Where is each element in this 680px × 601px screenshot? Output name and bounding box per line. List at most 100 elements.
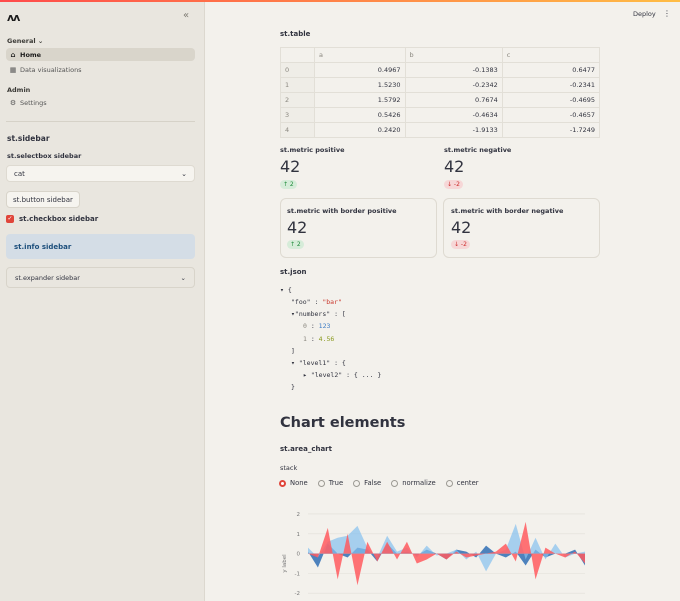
table-row: 3 0.5426 -0.4634 -0.4657 [280, 107, 601, 123]
row-index: 1 [280, 77, 315, 93]
radio-label: normalize [402, 479, 436, 487]
gear-icon: ⚙ [9, 98, 17, 107]
metric-value: 42 [280, 157, 301, 176]
sidebar-item-label: Home [20, 50, 42, 59]
table-cell: 0.5426 [314, 107, 406, 123]
collapse-toggle-icon[interactable]: ▾ [280, 286, 284, 294]
sidebar-title: st.sidebar [7, 134, 50, 143]
selectbox-value: cat [14, 169, 25, 178]
expander-label: st.expander sidebar [15, 273, 80, 282]
radio-icon [353, 479, 361, 487]
table-cell: 0.4967 [314, 62, 406, 78]
radio-option-center[interactable]: center [445, 479, 479, 487]
column-header [280, 47, 315, 63]
radio-label: True [328, 479, 344, 487]
metric-value: 42 [451, 218, 472, 237]
metric-delta-positive: ↑ 2 [280, 180, 297, 189]
chevron-down-icon: ⌄ [37, 37, 44, 45]
sidebar-expander[interactable]: st.expander sidebar ⌄ [6, 267, 195, 288]
metric-delta-positive: ↑ 2 [287, 240, 304, 249]
y-axis-label: y label [282, 554, 288, 573]
y-tick-label: 1 [297, 532, 301, 538]
row-index: 2 [280, 92, 315, 108]
table-cell: 0.6477 [501, 62, 601, 78]
row-index: 0 [280, 62, 315, 78]
table-cell: 0.2420 [314, 122, 406, 138]
json-entry: ▾ "level1" : { [291, 359, 346, 367]
json-entry: "foo" : "bar" [291, 298, 342, 306]
radio-option-none[interactable]: None [279, 479, 308, 487]
home-icon: ⌂ [10, 50, 16, 59]
row-index: 4 [280, 122, 315, 138]
y-tick-label: -2 [295, 591, 300, 597]
collapse-sidebar-icon[interactable]: « [183, 10, 189, 21]
table-cell: -0.2342 [404, 77, 503, 93]
metric-label: st.metric with border negative [451, 207, 564, 215]
json-entry: ▾"numbers" : [ [291, 310, 346, 318]
radio-icon [391, 479, 399, 487]
section-heading: Chart elements [280, 415, 406, 431]
selectbox-label: st.selectbox sidebar [7, 152, 82, 160]
radio-label: None [290, 479, 308, 487]
sidebar-button[interactable]: st.button sidebar [6, 191, 80, 208]
chart-icon: ▦ [9, 65, 17, 74]
json-brace-close: } [291, 383, 295, 391]
radio-icon [317, 479, 325, 487]
metric-value: 42 [287, 218, 308, 237]
column-header: a [314, 47, 406, 63]
radio-label: False [364, 479, 382, 487]
radio-option-normalize[interactable]: normalize [391, 479, 436, 487]
y-tick-label: -1 [295, 571, 300, 577]
radio-option-false[interactable]: False [353, 479, 381, 487]
radio-icon [445, 479, 453, 487]
column-header: b [404, 47, 503, 63]
area-chart[interactable]: 210-1-2-3y label [280, 500, 600, 601]
table-cell: -0.2341 [501, 77, 601, 93]
metric-label: st.metric negative [444, 146, 512, 154]
table-cell: 0.7674 [404, 92, 503, 108]
radio-label: center [456, 479, 479, 487]
sidebar-checkbox[interactable]: ✓ st.checkbox sidebar [6, 215, 98, 223]
collapse-toggle-icon[interactable]: ▾ [291, 359, 295, 367]
json-entry: 0 : 123 [303, 322, 331, 330]
sidebar-item-label: Data visualizations [20, 65, 82, 74]
chevron-down-icon: ⌄ [181, 169, 187, 178]
table-row: 2 1.5792 0.7674 -0.4695 [280, 92, 601, 108]
nav-group-general[interactable]: General ⌄ [7, 37, 43, 45]
checkbox-label: st.checkbox sidebar [19, 215, 99, 223]
checkbox-checked-icon: ✓ [6, 215, 14, 223]
table-cell: -0.1383 [404, 62, 503, 78]
metric-label: st.metric with border positive [287, 207, 397, 215]
json-title: st.json [280, 268, 307, 276]
sidebar-item-label: Settings [20, 98, 47, 107]
nav-group-admin: Admin [7, 86, 31, 94]
column-header: c [501, 47, 601, 63]
radio-option-true[interactable]: True [317, 479, 344, 487]
expand-toggle-icon[interactable]: ▸ [303, 371, 307, 379]
stack-label: stack [280, 464, 298, 472]
table-header-row: a b c [280, 47, 601, 63]
sidebar-item-home[interactable]: ⌂ Home [6, 48, 195, 61]
sidebar-item-data-visualizations[interactable]: ▦ Data visualizations [6, 63, 195, 76]
table-cell: -0.4634 [404, 107, 503, 123]
metric-value: 42 [444, 157, 465, 176]
metric-delta-negative: ↓ -2 [444, 180, 463, 189]
sidebar-divider [6, 121, 195, 122]
json-entry: 1 : 4.56 [303, 335, 335, 343]
metric-delta-negative: ↓ -2 [451, 240, 470, 249]
radio-selected-icon [279, 479, 286, 487]
table-row: 4 0.2420 -1.9133 -1.7249 [280, 122, 601, 138]
area-chart-title: st.area_chart [280, 445, 332, 453]
nav-group-label: General [7, 37, 36, 45]
metric-label: st.metric positive [280, 146, 345, 154]
table-row: 1 1.5230 -0.2342 -0.2341 [280, 77, 601, 93]
sidebar-item-settings[interactable]: ⚙ Settings [6, 96, 195, 109]
json-root-open: ▾ { [280, 286, 292, 294]
deploy-button[interactable]: Deploy [633, 10, 656, 18]
sidebar-selectbox[interactable]: cat ⌄ [6, 165, 195, 182]
y-tick-label: 0 [297, 552, 301, 558]
main-menu-icon[interactable]: ⋮ [663, 9, 671, 18]
streamlit-logo: ʌʌ [7, 11, 20, 24]
table-title: st.table [280, 30, 311, 38]
table-cell: -1.9133 [404, 122, 503, 138]
